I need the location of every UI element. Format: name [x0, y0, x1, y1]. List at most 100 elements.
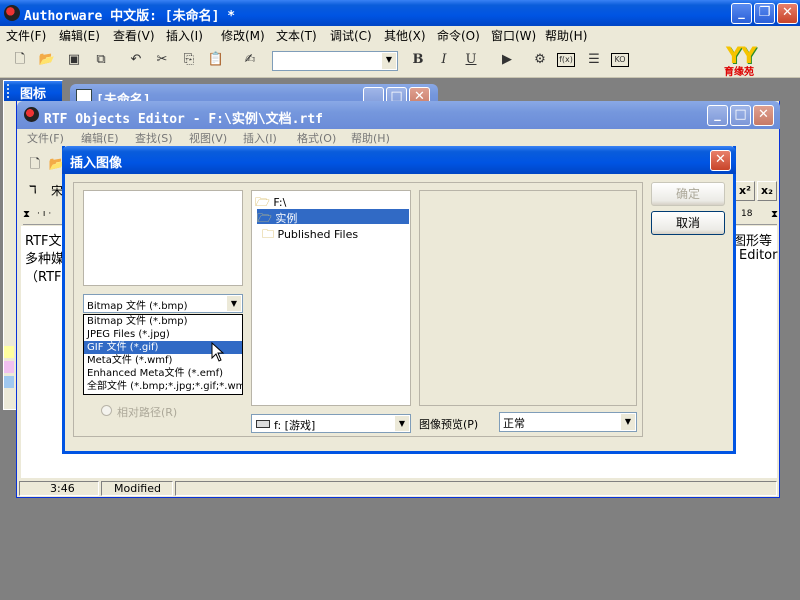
doc-line-1: RTF文 [25, 234, 62, 249]
status-state-text: Modified [114, 482, 161, 495]
open-folder-icon: 🗁 [255, 195, 270, 209]
rtf-maximize-button[interactable]: □ [730, 105, 751, 126]
knowledge-objects-icon[interactable]: KO [611, 53, 629, 67]
chevron-down-icon[interactable]: ▼ [394, 416, 409, 431]
menu-edit[interactable]: 编辑(E) [59, 26, 100, 46]
app-logo-icon [4, 5, 20, 21]
menu-modify[interactable]: 修改(M) [221, 26, 265, 46]
app-title: Authorware 中文版: [未命名] * [24, 9, 236, 24]
status-state: Modified [101, 481, 173, 496]
find-icon[interactable]: ✍ [240, 50, 260, 70]
menu-text[interactable]: 文本(T) [276, 26, 317, 46]
menu-debug[interactable]: 调试(C) [330, 26, 372, 46]
file-type-selected: Bitmap 文件 (*.bmp) [87, 301, 188, 312]
menu-help[interactable]: 帮助(H) [545, 26, 587, 46]
rtf-app-icon [24, 107, 39, 122]
drive-select[interactable]: f: [游戏] ▼ [251, 414, 411, 433]
file-type-option-bmp[interactable]: Bitmap 文件 (*.bmp) [84, 315, 242, 328]
cancel-button[interactable]: 取消 [651, 211, 725, 235]
icons-panel-title-bar: 图标 [4, 81, 62, 102]
open-icon[interactable]: 📂 [37, 50, 57, 70]
underline-icon[interactable]: U [461, 50, 481, 70]
rtf-close-button[interactable]: ✕ [753, 105, 774, 126]
folder-root-label: F:\ [273, 196, 287, 209]
thumbnail-preview [83, 190, 243, 286]
app-menu-bar: 文件(F) 编辑(E) 查看(V) 插入(I) 修改(M) 文本(T) 调试(C… [0, 26, 800, 46]
dialog-title: 插入图像 [70, 156, 123, 171]
status-extra [175, 481, 777, 496]
menu-file[interactable]: 文件(F) [6, 26, 46, 46]
folder-icon: 🗀 [262, 227, 275, 241]
rtf-minimize-button[interactable]: _ [707, 105, 728, 126]
status-position-text: 3:46 [50, 482, 75, 495]
dialog-close-button[interactable]: ✕ [710, 150, 731, 171]
cut-icon[interactable]: ✂ [152, 50, 172, 70]
ok-button[interactable]: 确定 [651, 182, 725, 206]
restore-button[interactable]: ❐ [754, 3, 775, 24]
color-swatch-yellow[interactable] [4, 346, 14, 358]
subscript-button[interactable]: x₂ [757, 181, 777, 201]
rtf-title-bar: RTF Objects Editor - F:\实例\文档.rtf _ □ ✕ [17, 101, 780, 129]
style-select[interactable]: ▼ [272, 51, 398, 71]
preview-mode-select[interactable]: 正常 ▼ [499, 412, 637, 432]
status-position: 3:46 [19, 481, 99, 496]
rtf-new-icon[interactable]: 🗋 [25, 155, 45, 175]
doc-line-3: （RTF [25, 270, 62, 285]
image-preview-pane [419, 190, 637, 406]
menu-window[interactable]: 窗口(W) [491, 26, 536, 46]
folder-item-published[interactable]: 🗀 Published Files [262, 225, 359, 241]
variables-icon[interactable]: ☰ [584, 50, 604, 70]
color-swatch-pink[interactable] [4, 361, 14, 373]
control-panel-icon[interactable]: ⚙ [530, 50, 550, 70]
italic-icon[interactable]: I [434, 50, 454, 70]
superscript-button[interactable]: x² [735, 181, 755, 201]
file-type-option-all[interactable]: 全部文件 (*.bmp;*.jpg;*.gif;*.wmf [84, 380, 242, 393]
dialog-title-bar: 插入图像 ✕ [62, 146, 736, 174]
radio-icon[interactable] [101, 405, 112, 416]
minimize-button[interactable]: _ [731, 3, 752, 24]
undo-icon[interactable]: ↶ [126, 50, 146, 70]
import-icon[interactable]: ⧉ [91, 50, 111, 70]
grip-icon [7, 84, 13, 98]
mouse-cursor-icon [211, 342, 225, 362]
app-title-bar: Authorware 中文版: [未命名] * _ ❐ ✕ [0, 0, 800, 26]
file-type-option-jpg[interactable]: JPEG Files (*.jpg) [84, 328, 242, 341]
file-type-select[interactable]: Bitmap 文件 (*.bmp) ▼ [83, 294, 243, 313]
menu-view[interactable]: 查看(V) [113, 26, 155, 46]
color-swatch-blue[interactable] [4, 376, 14, 388]
brand-logo: YY 育缘苑 [724, 44, 757, 78]
rtf-status-bar: 3:46 Modified [17, 480, 780, 497]
copy-icon[interactable]: ⎘ [179, 50, 199, 70]
ruler-right-marker[interactable]: ⧗ [771, 209, 778, 220]
file-type-option-emf[interactable]: Enhanced Meta文件 (*.emf) [84, 367, 242, 380]
menu-insert[interactable]: 插入(I) [166, 26, 203, 46]
paste-icon[interactable]: 📋 [206, 50, 226, 70]
drive-label: f: [游戏] [274, 419, 316, 432]
icons-panel-title: 图标 [20, 87, 47, 102]
chevron-down-icon: ▼ [381, 53, 396, 69]
functions-icon[interactable]: f(x) [557, 53, 575, 67]
drive-icon [256, 420, 270, 428]
run-icon[interactable]: ▶ [497, 50, 517, 70]
app-toolbar: 🗋 📂 ▣ ⧉ ↶ ✂ ⎘ 📋 ✍ ▼ B I U ▶ ⚙ f(x) ☰ KO … [0, 44, 800, 78]
folder-item-root[interactable]: 🗁 F:\ [255, 193, 287, 209]
folder-list[interactable]: 🗁 F:\ 🗁 实例 🗀 Published Files [251, 190, 411, 406]
ruler-indent-marker[interactable]: ⧗ [23, 209, 30, 220]
chevron-down-icon[interactable]: ▼ [620, 414, 635, 430]
bold-icon[interactable]: B [408, 50, 428, 70]
folder-published-label: Published Files [277, 228, 359, 241]
chevron-down-icon[interactable]: ▼ [226, 296, 241, 311]
folder-item-examples[interactable]: 🗁 实例 [257, 209, 409, 225]
new-icon[interactable]: 🗋 [10, 50, 30, 70]
rtf-menu-file[interactable]: 文件(F) [27, 130, 64, 148]
save-all-icon[interactable]: ▣ [64, 50, 84, 70]
open-folder-icon: 🗁 [257, 211, 272, 225]
ruler-ticks-left: ·ı· [37, 209, 55, 219]
folder-examples-label: 实例 [275, 212, 298, 225]
menu-command[interactable]: 命令(O) [437, 26, 480, 46]
menu-other[interactable]: 其他(X) [384, 26, 426, 46]
close-button[interactable]: ✕ [777, 3, 798, 24]
doc-line-right-2: Editor [739, 248, 778, 263]
doc-line-2: 多种媒 [25, 252, 65, 267]
relative-path-label: 相对路径(R) [117, 406, 178, 419]
